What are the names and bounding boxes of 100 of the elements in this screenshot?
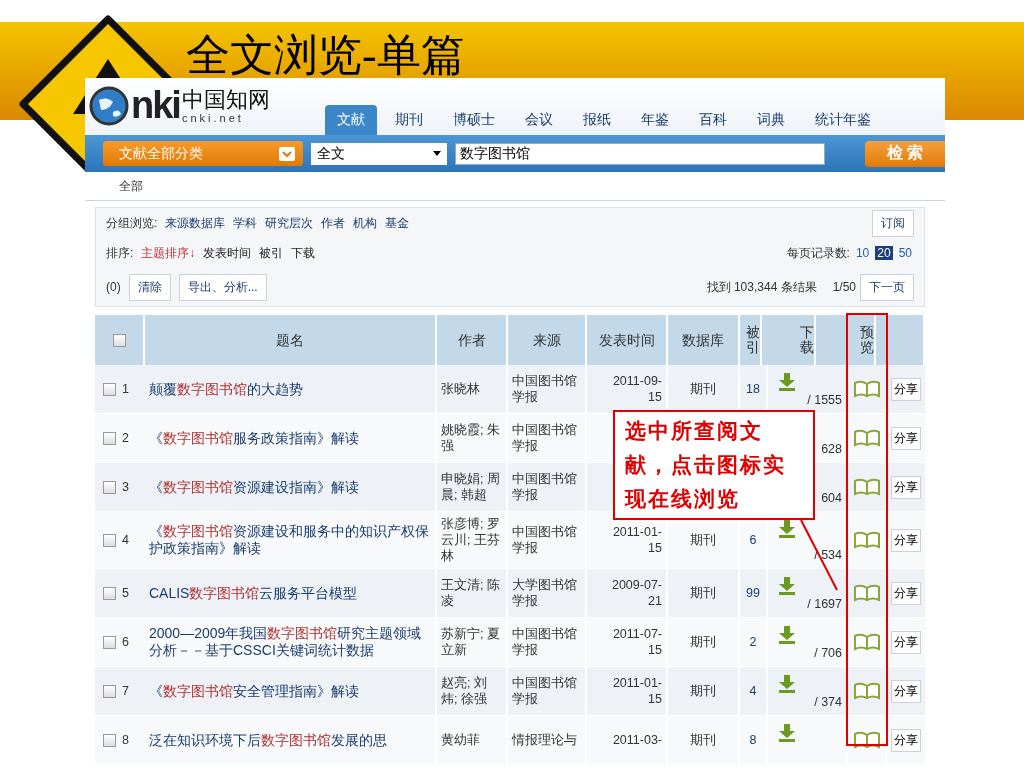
article-title[interactable]: 2000—2009年我国数字图书馆研究主题领域分析－－基于CSSCI关键词统计数据 — [149, 625, 431, 659]
row-checkbox[interactable] — [103, 480, 116, 494]
share-button[interactable]: 分享 — [891, 581, 921, 605]
share-button[interactable]: 分享 — [891, 728, 921, 752]
share-button[interactable]: 分享 — [891, 679, 921, 703]
grouping-link[interactable]: 作者 — [321, 214, 346, 232]
share-button[interactable]: 分享 — [891, 528, 921, 552]
column-header: 数据库 — [682, 332, 724, 348]
grouping-link[interactable]: 机构 — [353, 214, 378, 232]
download-count: / 1697 — [807, 597, 842, 611]
select-all-checkbox[interactable] — [112, 333, 126, 347]
grouping-link[interactable]: 研究层次 — [265, 214, 314, 232]
date-cell-text: 2009-07-21 — [610, 577, 662, 609]
share-button[interactable]: 分享 — [891, 630, 921, 654]
database-cell: 期刊 — [690, 732, 716, 748]
article-title[interactable]: 泛在知识环境下后数字图书馆发展的思 — [149, 731, 387, 749]
article-title[interactable]: CALIS数字图书馆云服务平台模型 — [149, 584, 358, 602]
download-count: / 534 — [814, 548, 842, 562]
article-title[interactable]: 《数字图书馆安全管理指南》解读 — [149, 682, 359, 700]
article-title[interactable]: 《数字图书馆资源建设和服务中的知识产权保护政策指南》解读 — [149, 523, 431, 557]
next-page-button[interactable]: 下一页 — [860, 273, 914, 301]
article-title[interactable]: 颠覆数字图书馆的大趋势 — [149, 380, 303, 398]
share-button[interactable]: 分享 — [891, 377, 921, 401]
row-checkbox[interactable] — [103, 733, 116, 747]
download-icon[interactable] — [778, 373, 796, 391]
row-checkbox[interactable] — [103, 382, 116, 396]
row-checkbox[interactable] — [103, 586, 116, 600]
download-icon[interactable] — [778, 724, 796, 742]
nav-tab[interactable]: 期刊 — [383, 105, 435, 135]
source-cell-text: 中国图书馆学报 — [512, 675, 578, 707]
share-button[interactable]: 分享 — [891, 426, 921, 450]
per-page-option[interactable]: 10 — [853, 246, 872, 260]
download-icon[interactable] — [778, 577, 796, 595]
book-icon[interactable] — [852, 478, 881, 496]
nav-tab[interactable]: 年鉴 — [629, 105, 681, 135]
per-page-label: 每页记录数: — [786, 244, 850, 262]
sort-option[interactable]: 被引 — [259, 244, 284, 262]
book-icon[interactable] — [852, 531, 881, 549]
sort-option[interactable]: 主题排序↓ — [141, 244, 196, 262]
database-cell: 期刊 — [690, 585, 716, 601]
subscribe-button[interactable]: 订阅 — [872, 209, 914, 237]
nav-tab[interactable]: 博硕士 — [441, 105, 507, 135]
column-header: 被引 — [746, 325, 760, 355]
search-field[interactable]: 数字图书馆 — [455, 142, 825, 165]
cited-count[interactable]: 4 — [749, 683, 757, 699]
row-checkbox[interactable] — [103, 431, 116, 445]
export-button[interactable]: 导出、分析... — [178, 273, 267, 301]
field-select[interactable]: 全文 — [311, 142, 447, 165]
article-title[interactable]: 《数字图书馆资源建设指南》解读 — [149, 478, 359, 496]
source-cell-text: 大学图书馆学报 — [512, 577, 578, 609]
nav-tab[interactable]: 词典 — [745, 105, 797, 135]
cited-count[interactable]: 99 — [746, 585, 760, 601]
download-icon[interactable] — [778, 626, 796, 644]
author-cell-text: 申晓娟; 周晨; 韩超 — [441, 471, 501, 503]
book-icon[interactable] — [852, 429, 881, 447]
column-header: 作者 — [457, 332, 486, 348]
row-checkbox[interactable] — [103, 533, 116, 547]
download-count: 604 — [821, 491, 842, 505]
download-count: 628 — [821, 442, 842, 456]
cited-count[interactable]: 2 — [749, 634, 757, 650]
page-indicator: 1/50 — [832, 280, 856, 294]
nav-tab[interactable]: 百科 — [687, 105, 739, 135]
source-cell: 情报理论与 — [512, 732, 577, 748]
article-title[interactable]: 《数字图书馆服务政策指南》解读 — [149, 429, 359, 447]
grouping-link[interactable]: 学科 — [233, 214, 258, 232]
author-cell-text: 苏新宁; 夏立新 — [441, 626, 501, 658]
book-icon[interactable] — [852, 682, 881, 700]
row-checkbox[interactable] — [103, 635, 116, 649]
per-page-option[interactable]: 50 — [896, 246, 914, 260]
per-page-option[interactable]: 20 — [875, 246, 893, 260]
database-cell: 期刊 — [690, 683, 716, 699]
sort-option[interactable]: 发表时间 — [203, 244, 252, 262]
date-cell-text: 2011-09-15 — [611, 373, 662, 405]
caret-icon — [279, 146, 295, 161]
clear-button[interactable]: 清除 — [128, 273, 171, 301]
book-icon[interactable] — [852, 380, 881, 398]
database-cell: 期刊 — [690, 381, 716, 397]
column-header: 题名 — [276, 332, 304, 348]
nav-tab[interactable]: 统计年鉴 — [803, 105, 883, 135]
grouping-link[interactable]: 来源数据库 — [165, 214, 226, 232]
nav-tab[interactable]: 报纸 — [571, 105, 623, 135]
nav-tab[interactable]: 文献 — [325, 105, 377, 135]
author-cell: 黄幼菲 — [441, 732, 480, 748]
logo-chinese: 中国知网 — [181, 87, 270, 112]
grouping-link[interactable]: 基金 — [385, 214, 410, 232]
nav-tab[interactable]: 会议 — [513, 105, 565, 135]
share-button[interactable]: 分享 — [891, 475, 921, 499]
row-number: 5 — [122, 586, 129, 600]
cited-count[interactable]: 18 — [746, 381, 760, 397]
book-icon[interactable] — [852, 584, 881, 602]
row-checkbox[interactable] — [103, 684, 116, 698]
sort-option[interactable]: 下载 — [291, 244, 316, 262]
cited-count[interactable]: 8 — [749, 732, 757, 748]
download-count: / 374 — [814, 695, 842, 709]
book-icon[interactable] — [852, 633, 881, 651]
cited-count[interactable]: 6 — [749, 532, 757, 548]
globe-icon — [89, 85, 129, 126]
database-cell: 期刊 — [690, 634, 716, 650]
download-icon[interactable] — [778, 520, 796, 538]
download-icon[interactable] — [778, 675, 796, 693]
